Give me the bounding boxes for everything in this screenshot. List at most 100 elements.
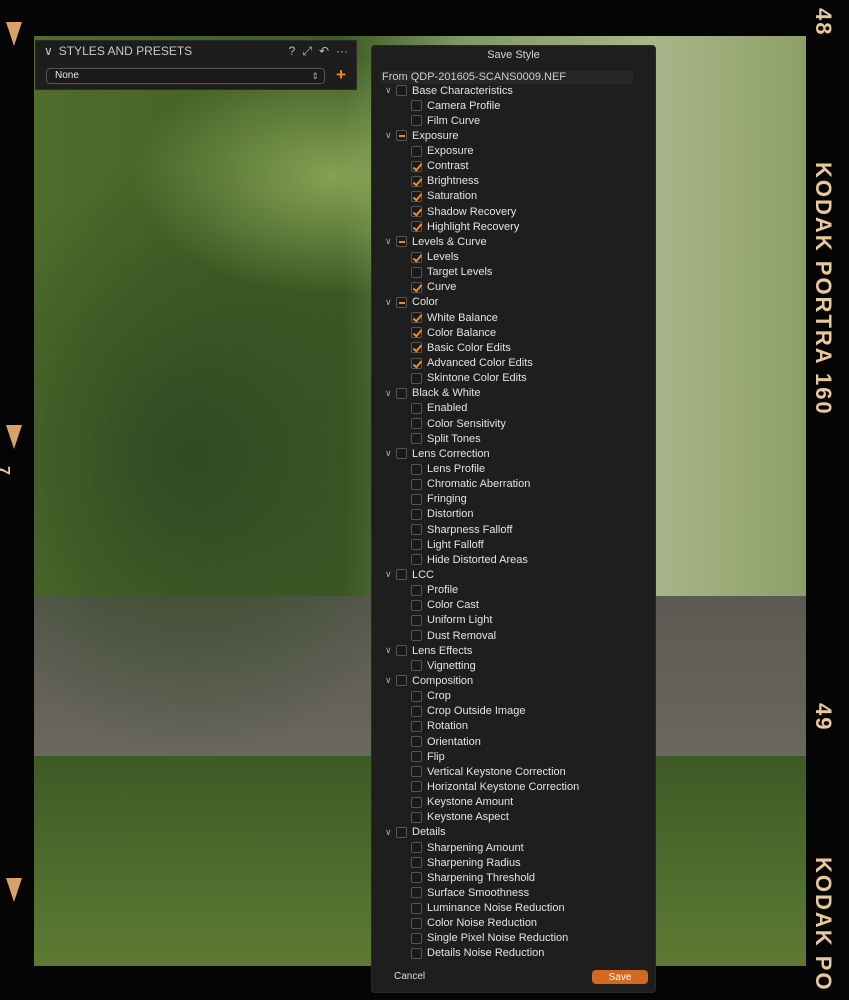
item-row[interactable]: Color Cast [411, 598, 479, 613]
save-button[interactable]: Save [592, 970, 648, 984]
item-checkbox[interactable] [411, 190, 422, 202]
item-checkbox[interactable] [411, 433, 422, 445]
chevron-down-icon[interactable]: ∨ [385, 827, 392, 838]
group-row[interactable]: ∨ Color [385, 295, 438, 310]
group-row[interactable]: ∨ Composition [385, 673, 473, 688]
cancel-button[interactable]: Cancel [394, 971, 425, 982]
item-row[interactable]: Sharpening Threshold [411, 870, 535, 885]
item-row[interactable]: Crop Outside Image [411, 704, 525, 719]
group-checkbox[interactable] [396, 85, 407, 96]
item-checkbox[interactable] [411, 811, 422, 823]
item-checkbox[interactable] [411, 100, 422, 112]
expand-icon[interactable]: ⤢ [302, 44, 312, 59]
collapse-chevron-icon[interactable]: ∨ [44, 44, 53, 58]
chevron-down-icon[interactable]: ∨ [385, 569, 392, 580]
item-checkbox[interactable] [411, 751, 422, 763]
group-checkbox[interactable] [396, 675, 407, 687]
group-row[interactable]: ∨ Base Characteristics [385, 83, 513, 98]
item-row[interactable]: Enabled [411, 401, 467, 416]
item-row[interactable]: Exposure [411, 144, 473, 159]
group-checkbox[interactable] [396, 296, 407, 308]
item-checkbox[interactable] [411, 251, 422, 263]
item-checkbox[interactable] [411, 493, 422, 505]
item-checkbox[interactable] [411, 660, 422, 672]
item-checkbox[interactable] [411, 175, 422, 187]
item-row[interactable]: Chromatic Aberration [411, 477, 530, 492]
item-checkbox[interactable] [411, 145, 422, 157]
item-row[interactable]: Camera Profile [411, 98, 500, 113]
item-row[interactable]: Vertical Keystone Correction [411, 764, 566, 779]
item-row[interactable]: Levels [411, 250, 459, 265]
item-row[interactable]: Uniform Light [411, 613, 492, 628]
chevron-down-icon[interactable]: ∨ [385, 645, 392, 656]
item-row[interactable]: Curve [411, 280, 456, 295]
chevron-down-icon[interactable]: ∨ [385, 236, 392, 247]
chevron-down-icon[interactable]: ∨ [385, 388, 392, 399]
item-checkbox[interactable] [411, 857, 422, 869]
item-row[interactable]: Sharpness Falloff [411, 522, 512, 537]
item-row[interactable]: Contrast [411, 159, 469, 174]
item-row[interactable]: Advanced Color Edits [411, 356, 533, 371]
item-row[interactable]: Luminance Noise Reduction [411, 901, 565, 916]
item-checkbox[interactable] [411, 478, 422, 490]
item-checkbox[interactable] [411, 720, 422, 732]
item-row[interactable]: Vignetting [411, 658, 476, 673]
item-row[interactable]: Keystone Aspect [411, 810, 509, 825]
item-row[interactable]: Sharpening Radius [411, 855, 521, 870]
item-checkbox[interactable] [411, 917, 422, 929]
item-row[interactable]: Color Noise Reduction [411, 916, 537, 931]
item-checkbox[interactable] [411, 266, 422, 278]
item-checkbox[interactable] [411, 312, 422, 324]
group-checkbox[interactable] [396, 826, 407, 838]
item-checkbox[interactable] [411, 690, 422, 702]
item-checkbox[interactable] [411, 524, 422, 536]
item-checkbox[interactable] [411, 842, 422, 853]
item-row[interactable]: Dust Removal [411, 628, 496, 643]
item-checkbox[interactable] [411, 463, 422, 475]
group-checkbox[interactable] [396, 569, 407, 581]
more-icon[interactable]: ··· [336, 44, 348, 59]
item-checkbox[interactable] [411, 357, 422, 369]
item-row[interactable]: Surface Smoothness [411, 885, 529, 900]
item-row[interactable]: Flip [411, 749, 445, 764]
item-row[interactable]: Lens Profile [411, 462, 485, 477]
item-row[interactable]: Horizontal Keystone Correction [411, 779, 579, 794]
item-row[interactable]: Single Pixel Noise Reduction [411, 931, 568, 946]
item-checkbox[interactable] [411, 342, 422, 354]
group-row[interactable]: ∨ Black & White [385, 386, 480, 401]
item-row[interactable]: Crop [411, 689, 451, 704]
item-row[interactable]: Color Sensitivity [411, 416, 506, 431]
item-checkbox[interactable] [411, 584, 422, 596]
item-checkbox[interactable] [411, 402, 422, 414]
reset-icon[interactable]: ↶ [319, 44, 329, 59]
item-checkbox[interactable] [411, 872, 422, 884]
group-checkbox[interactable] [396, 387, 407, 399]
item-row[interactable]: Brightness [411, 174, 479, 189]
item-row[interactable]: Color Balance [411, 325, 496, 340]
group-row[interactable]: ∨ Lens Correction [385, 446, 490, 461]
item-checkbox[interactable] [411, 766, 422, 778]
item-row[interactable]: Distortion [411, 507, 473, 522]
item-row[interactable]: Sharpening Amount [411, 840, 524, 855]
item-checkbox[interactable] [411, 539, 422, 551]
group-checkbox[interactable] [396, 130, 407, 142]
item-row[interactable]: Details Noise Reduction [411, 946, 544, 961]
group-row[interactable]: ∨ Details [385, 825, 446, 840]
item-checkbox[interactable] [411, 705, 422, 717]
chevron-down-icon[interactable]: ∨ [385, 675, 392, 686]
group-row[interactable]: ∨ Lens Effects [385, 643, 472, 658]
item-checkbox[interactable] [411, 947, 422, 959]
item-checkbox[interactable] [411, 206, 422, 218]
item-checkbox[interactable] [411, 372, 422, 384]
chevron-down-icon[interactable]: ∨ [385, 448, 392, 459]
item-row[interactable]: Profile [411, 583, 458, 598]
chevron-down-icon[interactable]: ∨ [385, 297, 392, 308]
item-row[interactable]: Hide Distorted Areas [411, 552, 528, 567]
item-checkbox[interactable] [411, 796, 422, 808]
item-checkbox[interactable] [411, 281, 422, 293]
group-checkbox[interactable] [396, 236, 407, 248]
item-row[interactable]: Skintone Color Edits [411, 371, 527, 386]
item-checkbox[interactable] [411, 736, 422, 748]
chevron-down-icon[interactable]: ∨ [385, 85, 392, 96]
item-row[interactable]: Highlight Recovery [411, 219, 519, 234]
